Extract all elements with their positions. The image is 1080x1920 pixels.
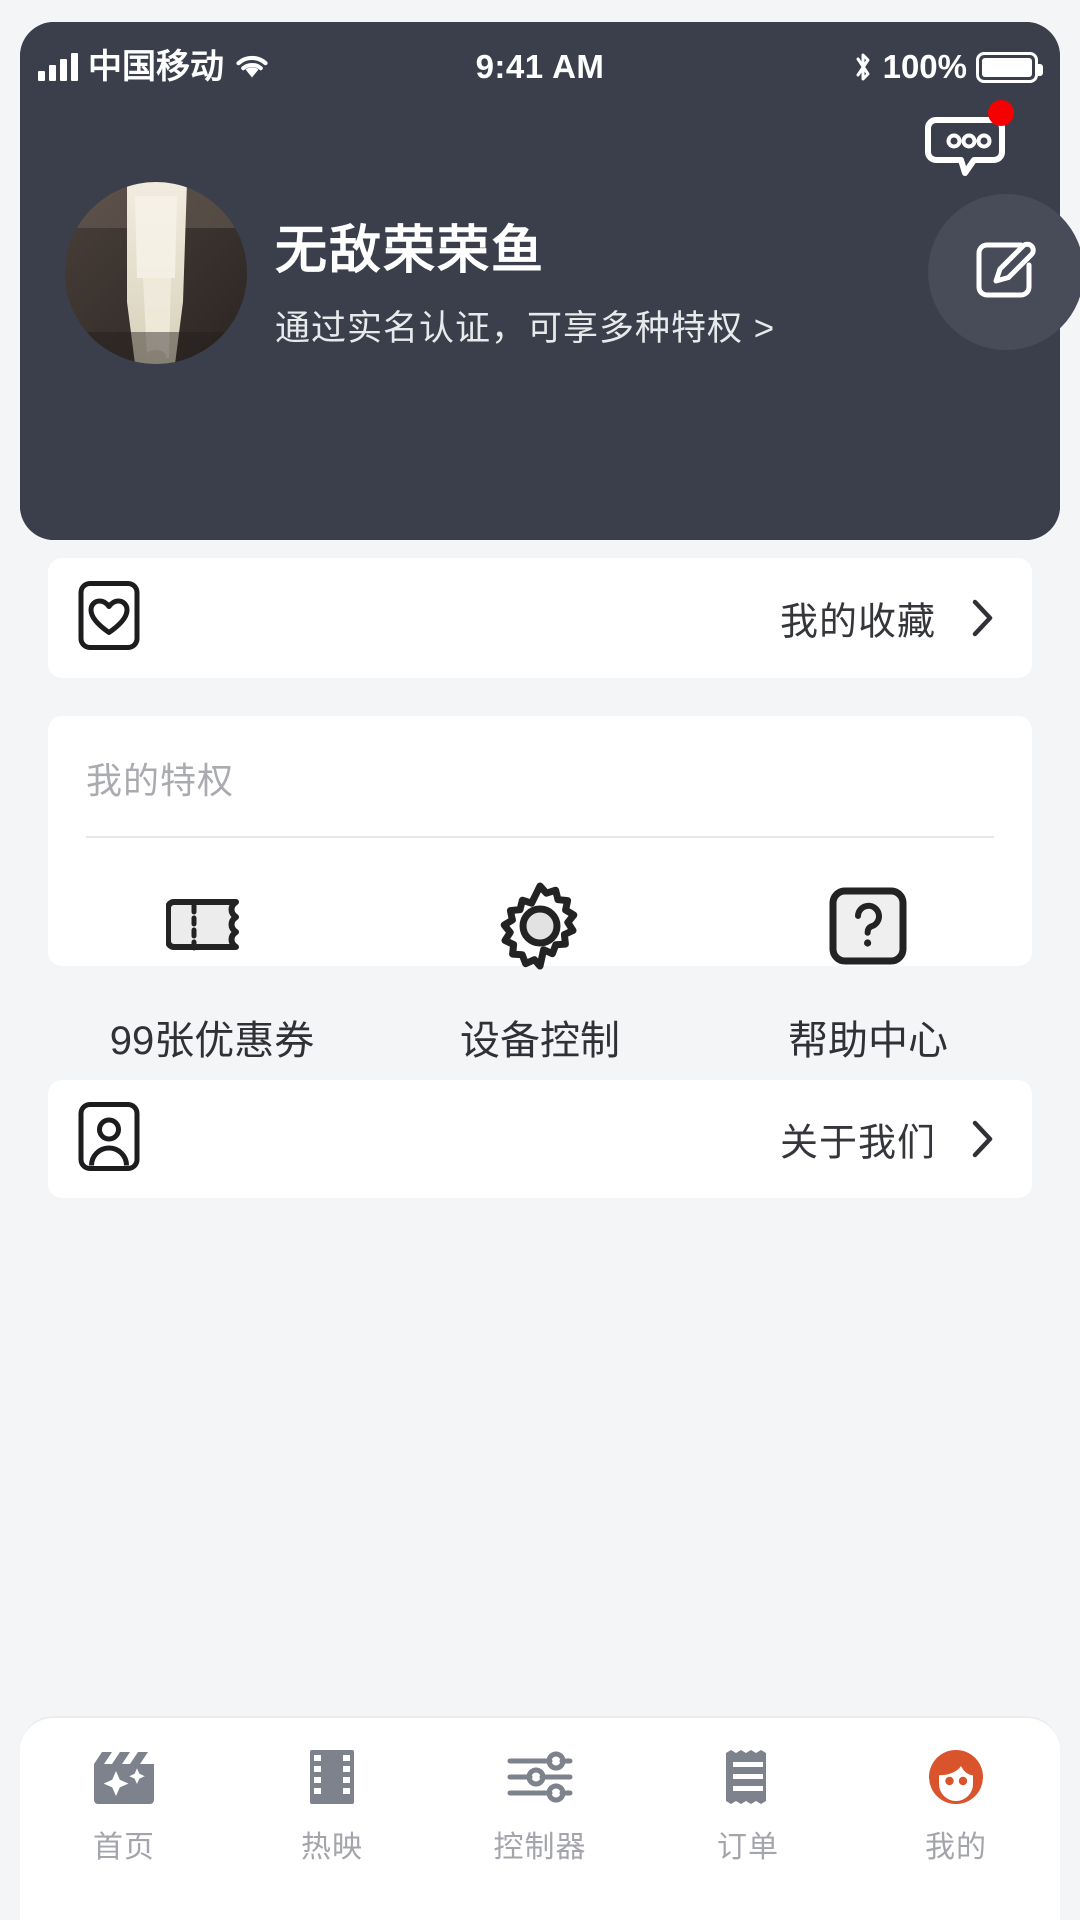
nav-label: 首页 [93,1831,155,1864]
nav-label: 订单 [717,1831,779,1864]
nav-item-hot-movies[interactable]: 热映 [228,1744,436,1866]
avatar[interactable] [65,182,247,364]
verification-link[interactable]: 通过实名认证，可享多种特权 > [275,300,775,351]
question-mark-box-icon [828,866,908,986]
privilege-label: 设备控制 [460,1019,620,1063]
chevron-right-icon [972,1120,994,1158]
nav-label: 控制器 [493,1831,587,1864]
heart-in-box-icon [78,581,140,656]
privileges-card: 我的特权 99张优惠券 设备控制 帮助中心 [48,716,1032,1063]
message-unread-badge [988,100,1014,126]
face-avatar-icon [926,1744,986,1810]
privileges-title: 我的特权 [86,760,235,801]
privilege-item-coupons[interactable]: 99张优惠券 [48,866,376,1066]
edit-pencil-icon [969,233,1043,312]
messages-button[interactable] [920,100,1016,184]
person-in-box-icon [78,1102,140,1177]
privilege-item-help-center[interactable]: 帮助中心 [704,866,1032,1066]
coupon-ticket-icon [166,866,258,986]
status-bar: 中国移动 9:41 AM 100% [20,22,1060,92]
privilege-label: 99张优惠券 [109,1019,315,1063]
receipt-icon [723,1744,773,1810]
phone-screen: 中国移动 9:41 AM 100% 无敌荣荣鱼 通过实名认证，可享多种特权 > … [0,0,1080,1920]
status-bar-right: 100% [852,48,1043,86]
nav-item-profile[interactable]: 我的 [852,1744,1060,1866]
sliders-icon [506,1744,574,1810]
privileges-divider [86,836,994,838]
gear-icon [494,866,586,986]
about-row[interactable]: 关于我们 [48,1080,1032,1198]
film-strip-icon [308,1744,356,1810]
privilege-item-device-control[interactable]: 设备控制 [376,866,704,1066]
nav-item-orders[interactable]: 订单 [644,1744,852,1866]
nav-label: 热映 [301,1831,363,1864]
battery-full-icon [976,51,1043,83]
bottom-navigation-bar: 首页 热映 控制器 订单 我的 [20,1716,1060,1920]
favorites-label: 我的收藏 [779,601,936,644]
favorites-row[interactable]: 我的收藏 [48,558,1032,678]
about-label: 关于我们 [779,1122,936,1165]
profile-header: 中国移动 9:41 AM 100% 无敌荣荣鱼 通过实名认证，可享多种特权 > [20,22,1080,540]
username: 无敌荣荣鱼 [275,222,546,280]
privileges-grid: 99张优惠券 设备控制 帮助中心 [48,866,1032,1066]
chevron-right-icon [972,599,994,637]
about-card[interactable]: 关于我们 [48,1080,1032,1198]
favorites-card[interactable]: 我的收藏 [48,558,1032,678]
battery-percent-label: 100% [882,48,967,85]
nav-label: 我的 [925,1831,987,1864]
privilege-label: 帮助中心 [788,1019,948,1063]
bluetooth-icon [852,50,874,84]
nav-item-controller[interactable]: 控制器 [436,1744,644,1866]
edit-profile-button[interactable] [928,194,1080,350]
clapperboard-sparkle-icon [92,1744,156,1810]
nav-item-home[interactable]: 首页 [20,1744,228,1866]
